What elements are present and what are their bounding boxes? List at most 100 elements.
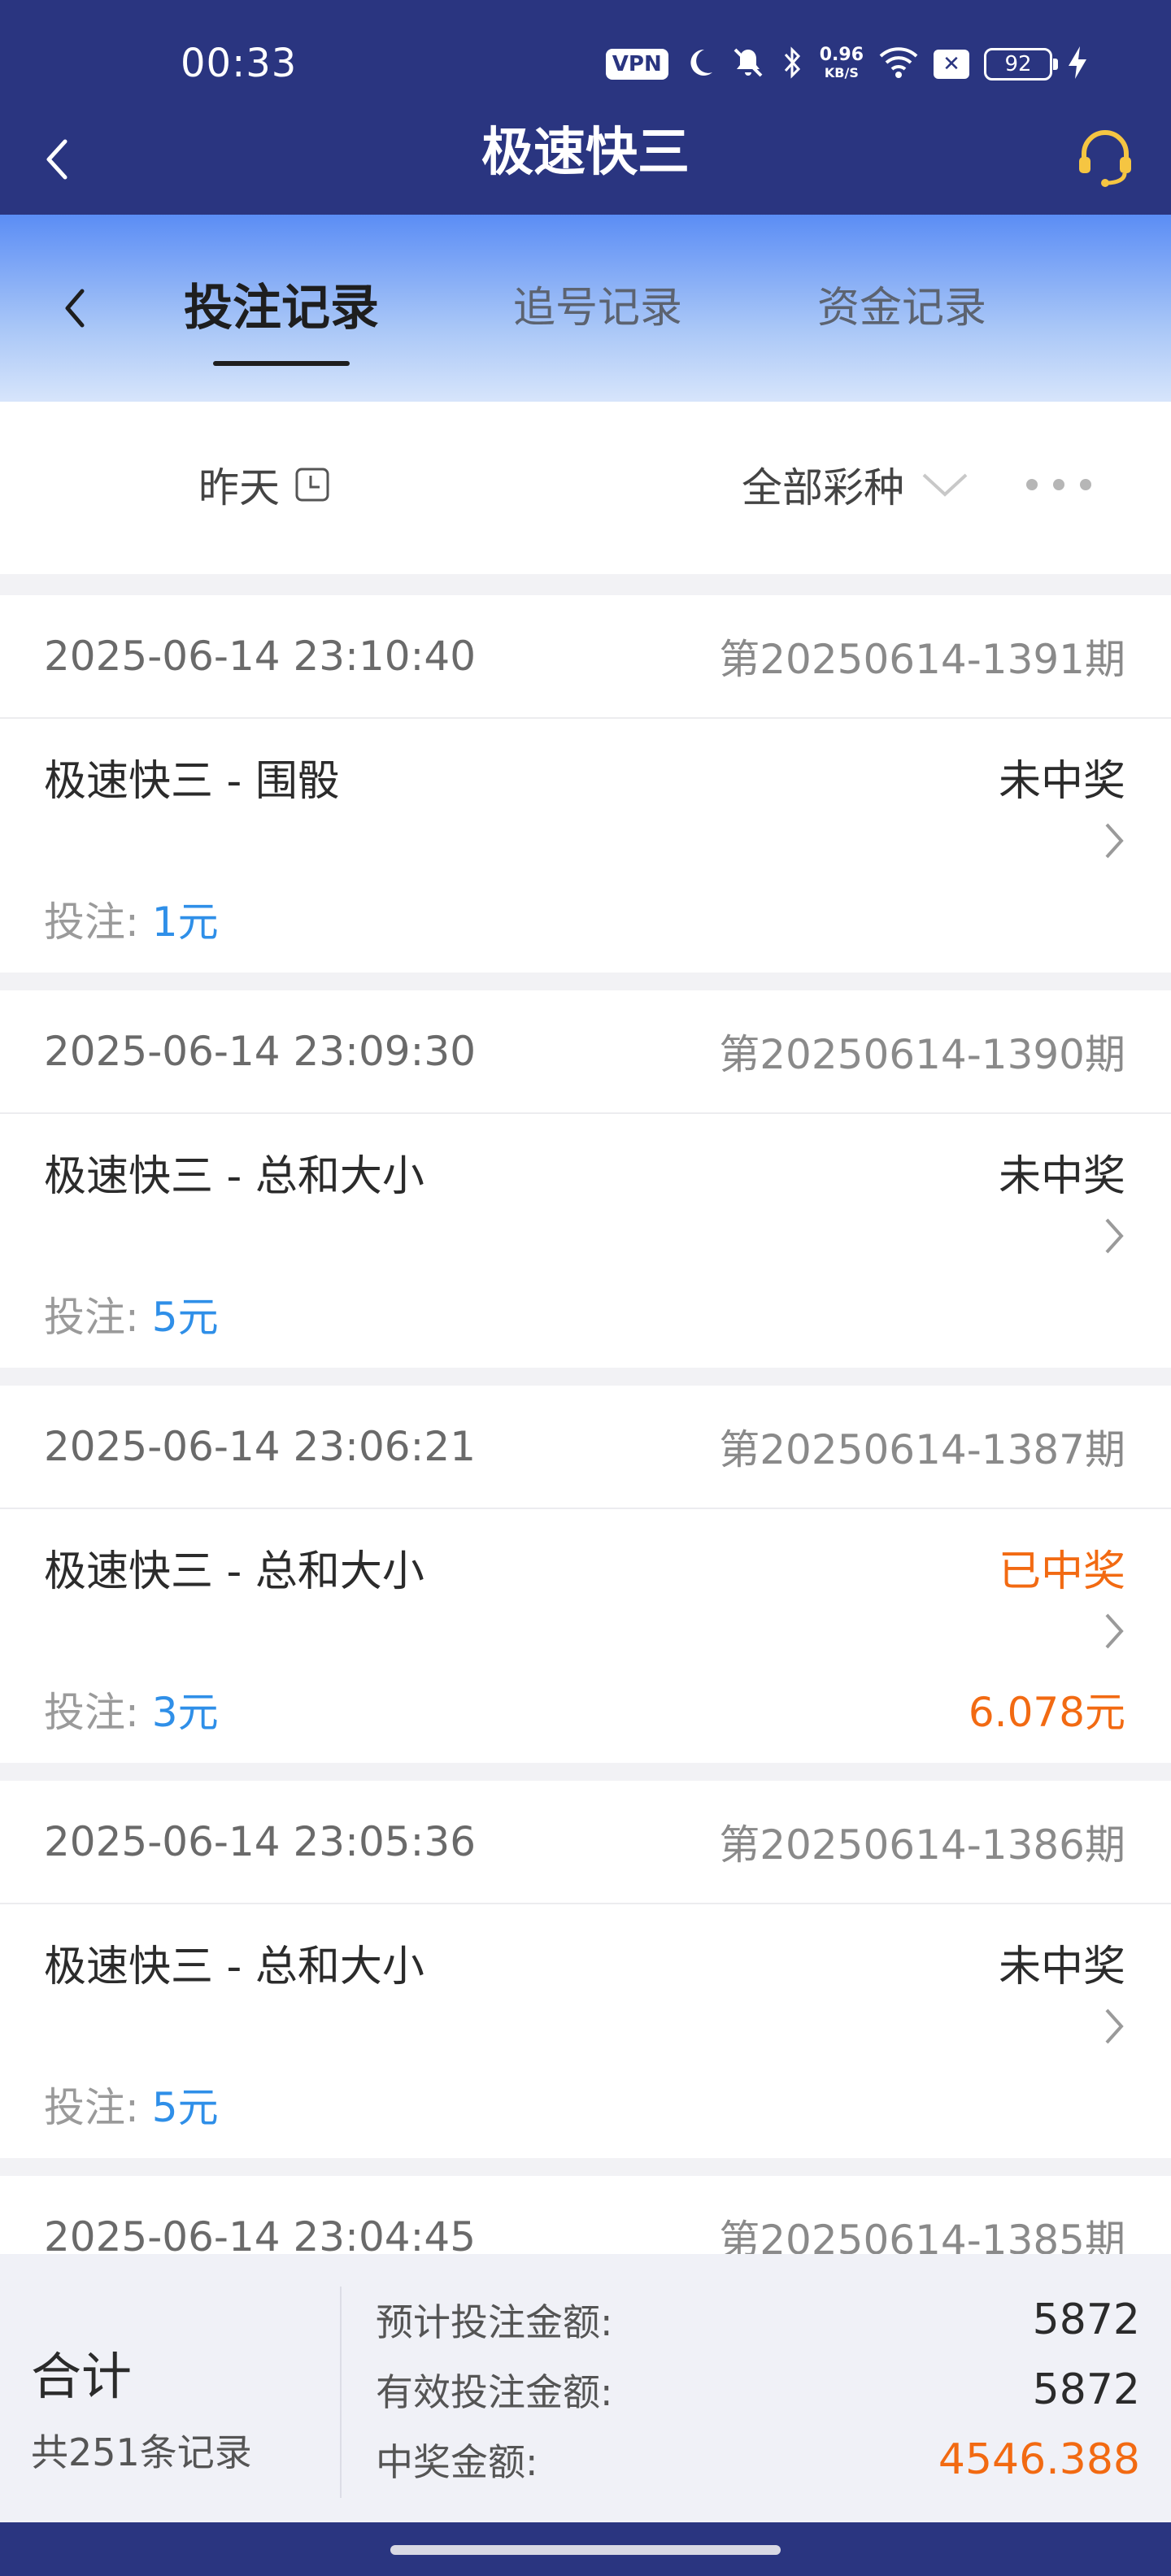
bet-record-item[interactable]: 2025-06-14 23:04:45 第20250614-1385期: [0, 2176, 1171, 2254]
record-stake: 投注: 5元: [44, 2075, 219, 2134]
app-header: 极速快三: [0, 112, 1171, 215]
record-period: 第20250614-1385期: [719, 2217, 1125, 2254]
stake-amount: 5元: [151, 1294, 219, 1341]
chevron-right-icon: [1098, 2002, 1130, 2051]
record-header: 2025-06-14 23:10:40 第20250614-1391期: [0, 595, 1171, 719]
chevron-right-icon: [1098, 1212, 1130, 1260]
filter-row: 昨天 全部彩种: [0, 402, 1171, 574]
bet-record-item[interactable]: 2025-06-14 23:09:30 第20250614-1390期 极速快三…: [0, 990, 1171, 1368]
record-stake: 投注: 3元: [44, 1680, 219, 1738]
status-time: 00:33: [181, 41, 298, 86]
date-filter-label: 昨天: [198, 464, 280, 511]
tabs-back-button[interactable]: [42, 272, 107, 345]
chevron-right-icon: [1098, 816, 1130, 865]
stake-label: 投注:: [44, 1294, 139, 1341]
prize-row: 中奖金额: 4546.388: [376, 2431, 1140, 2488]
record-game: 极速快三 - 总和大小: [44, 1547, 424, 1596]
record-game: 极速快三 - 围骰: [44, 757, 340, 806]
status-icons: VPN 0.96 KB/S ✕ 92: [605, 41, 1088, 88]
vpn-badge: VPN: [605, 49, 668, 80]
date-filter[interactable]: 昨天: [198, 450, 330, 519]
bet-record-item[interactable]: 2025-06-14 23:05:36 第20250614-1386期 极速快三…: [0, 1781, 1171, 2158]
prize-value: 4546.388: [938, 2435, 1140, 2484]
stake-amount: 1元: [151, 899, 219, 946]
battery-indicator: 92: [984, 48, 1058, 80]
more-dot: [1026, 479, 1038, 490]
record-result: 已中奖: [998, 1547, 1125, 1596]
chevron-left-icon: [46, 139, 67, 180]
active-tab-indicator: [213, 361, 350, 366]
record-period: 第20250614-1390期: [719, 1031, 1125, 1078]
prize-label: 中奖金额:: [376, 2440, 538, 2484]
record-game: 极速快三 - 总和大小: [44, 1152, 424, 1201]
record-result: 未中奖: [998, 1152, 1125, 1201]
record-period: 第20250614-1387期: [719, 1426, 1125, 1473]
summary-footer: 合计 共251条记录 预计投注金额: 5872 有效投注金额: 5872 中奖金…: [0, 2254, 1171, 2522]
summary-totals: 合计 共251条记录: [0, 2287, 342, 2498]
record-game: 极速快三 - 总和大小: [44, 1943, 424, 1991]
record-datetime: 2025-06-14 23:06:21: [44, 1423, 477, 1470]
more-dot: [1080, 479, 1091, 490]
page-title: 极速快三: [481, 123, 690, 183]
gesture-nav-bar: [0, 2522, 1171, 2576]
valid-bet-label: 有效投注金额:: [376, 2370, 613, 2414]
expected-bet-label: 预计投注金额:: [376, 2300, 613, 2344]
headset-icon: [1079, 130, 1131, 187]
tabs-bar: 投注记录 追号记录 资金记录: [0, 215, 1171, 402]
record-stake: 投注: 1元: [44, 890, 219, 948]
record-datetime: 2025-06-14 23:05:36: [44, 1818, 477, 1865]
tab-chase-records[interactable]: 追号记录: [488, 272, 707, 345]
net-speed: 0.96 KB/S: [820, 46, 864, 82]
record-body: 极速快三 - 总和大小 已中奖 投注: 3元 6.078元: [0, 1509, 1171, 1763]
back-button[interactable]: [24, 127, 89, 192]
record-result: 未中奖: [998, 757, 1125, 806]
record-header: 2025-06-14 23:04:45 第20250614-1385期: [0, 2176, 1171, 2254]
lottery-type-filter[interactable]: 全部彩种: [742, 450, 969, 519]
record-header: 2025-06-14 23:05:36 第20250614-1386期: [0, 1781, 1171, 1904]
stake-amount: 3元: [151, 1689, 219, 1736]
no-sim-icon: ✕: [934, 50, 969, 79]
expected-bet-value: 5872: [1032, 2295, 1140, 2344]
stake-amount: 5元: [151, 2084, 219, 2131]
record-datetime: 2025-06-14 23:10:40: [44, 633, 477, 680]
clock-icon: [295, 468, 329, 502]
more-dot: [1053, 479, 1064, 490]
lottery-type-label: 全部彩种: [742, 464, 904, 511]
record-period: 第20250614-1386期: [719, 1821, 1125, 1869]
record-datetime: 2025-06-14 23:09:30: [44, 1028, 477, 1075]
summary-title: 合计: [31, 2347, 133, 2406]
record-prize: 6.078元: [968, 1689, 1125, 1736]
top-bar: 00:33 VPN 0.96 KB/S ✕ 92 极速快三: [0, 0, 1171, 215]
customer-service-button[interactable]: [1069, 120, 1142, 194]
tab-bet-records[interactable]: 投注记录: [171, 272, 392, 345]
stake-label: 投注:: [44, 899, 139, 946]
stake-label: 投注:: [44, 1689, 139, 1736]
valid-bet-value: 5872: [1032, 2365, 1140, 2414]
wifi-icon: [878, 46, 919, 82]
record-body: 极速快三 - 围骰 未中奖 投注: 1元: [0, 719, 1171, 973]
more-options-button[interactable]: [1026, 465, 1091, 504]
bet-record-item[interactable]: 2025-06-14 23:10:40 第20250614-1391期 极速快三…: [0, 595, 1171, 973]
record-count: 共251条记录: [31, 2430, 252, 2474]
record-result: 未中奖: [998, 1943, 1125, 1991]
charging-icon: [1067, 45, 1088, 84]
record-header: 2025-06-14 23:09:30 第20250614-1390期: [0, 990, 1171, 1114]
bet-records-list: 2025-06-14 23:10:40 第20250614-1391期 极速快三…: [0, 595, 1171, 2254]
home-indicator[interactable]: [390, 2545, 781, 2555]
record-period: 第20250614-1391期: [719, 636, 1125, 683]
record-body: 极速快三 - 总和大小 未中奖 投注: 5元: [0, 1114, 1171, 1368]
chevron-left-icon: [65, 289, 85, 328]
bell-muted-icon: [730, 45, 766, 84]
stake-label: 投注:: [44, 2084, 139, 2131]
net-speed-value: 0.96: [819, 45, 864, 65]
status-bar: 00:33 VPN 0.96 KB/S ✕ 92: [0, 0, 1171, 130]
expected-bet-row: 预计投注金额: 5872: [376, 2291, 1140, 2348]
record-header: 2025-06-14 23:06:21 第20250614-1387期: [0, 1386, 1171, 1509]
valid-bet-row: 有效投注金额: 5872: [376, 2361, 1140, 2418]
bluetooth-icon: [781, 45, 805, 84]
bet-record-item[interactable]: 2025-06-14 23:06:21 第20250614-1387期 极速快三…: [0, 1386, 1171, 1763]
net-speed-unit: KB/S: [824, 65, 859, 80]
moon-icon: [683, 46, 716, 82]
record-stake: 投注: 5元: [44, 1285, 219, 1343]
tab-fund-records[interactable]: 资金记录: [792, 272, 1012, 345]
